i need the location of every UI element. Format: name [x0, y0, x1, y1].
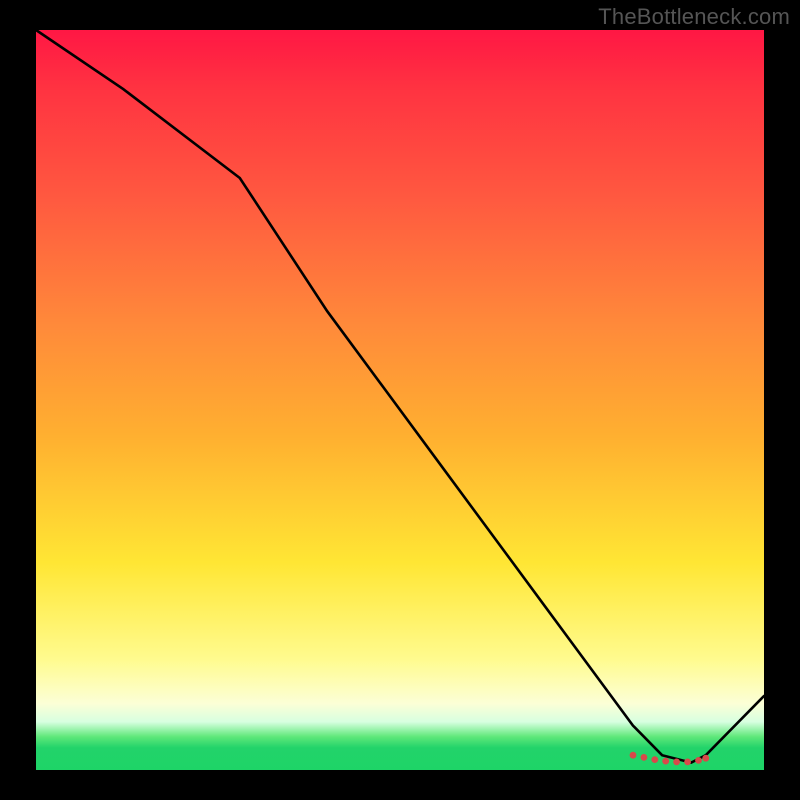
watermark-text: TheBottleneck.com — [598, 4, 790, 30]
marker-dot — [641, 754, 648, 761]
marker-group — [630, 752, 710, 766]
plot-area — [36, 30, 764, 770]
chart-frame: TheBottleneck.com — [0, 0, 800, 800]
marker-dot — [695, 757, 702, 764]
marker-dot — [662, 758, 669, 765]
line-series-curve — [36, 30, 764, 763]
marker-dot — [684, 759, 691, 766]
chart-svg — [36, 30, 764, 770]
marker-dot — [673, 759, 680, 766]
marker-dot — [702, 755, 709, 762]
marker-dot — [630, 752, 637, 759]
marker-dot — [651, 756, 658, 763]
